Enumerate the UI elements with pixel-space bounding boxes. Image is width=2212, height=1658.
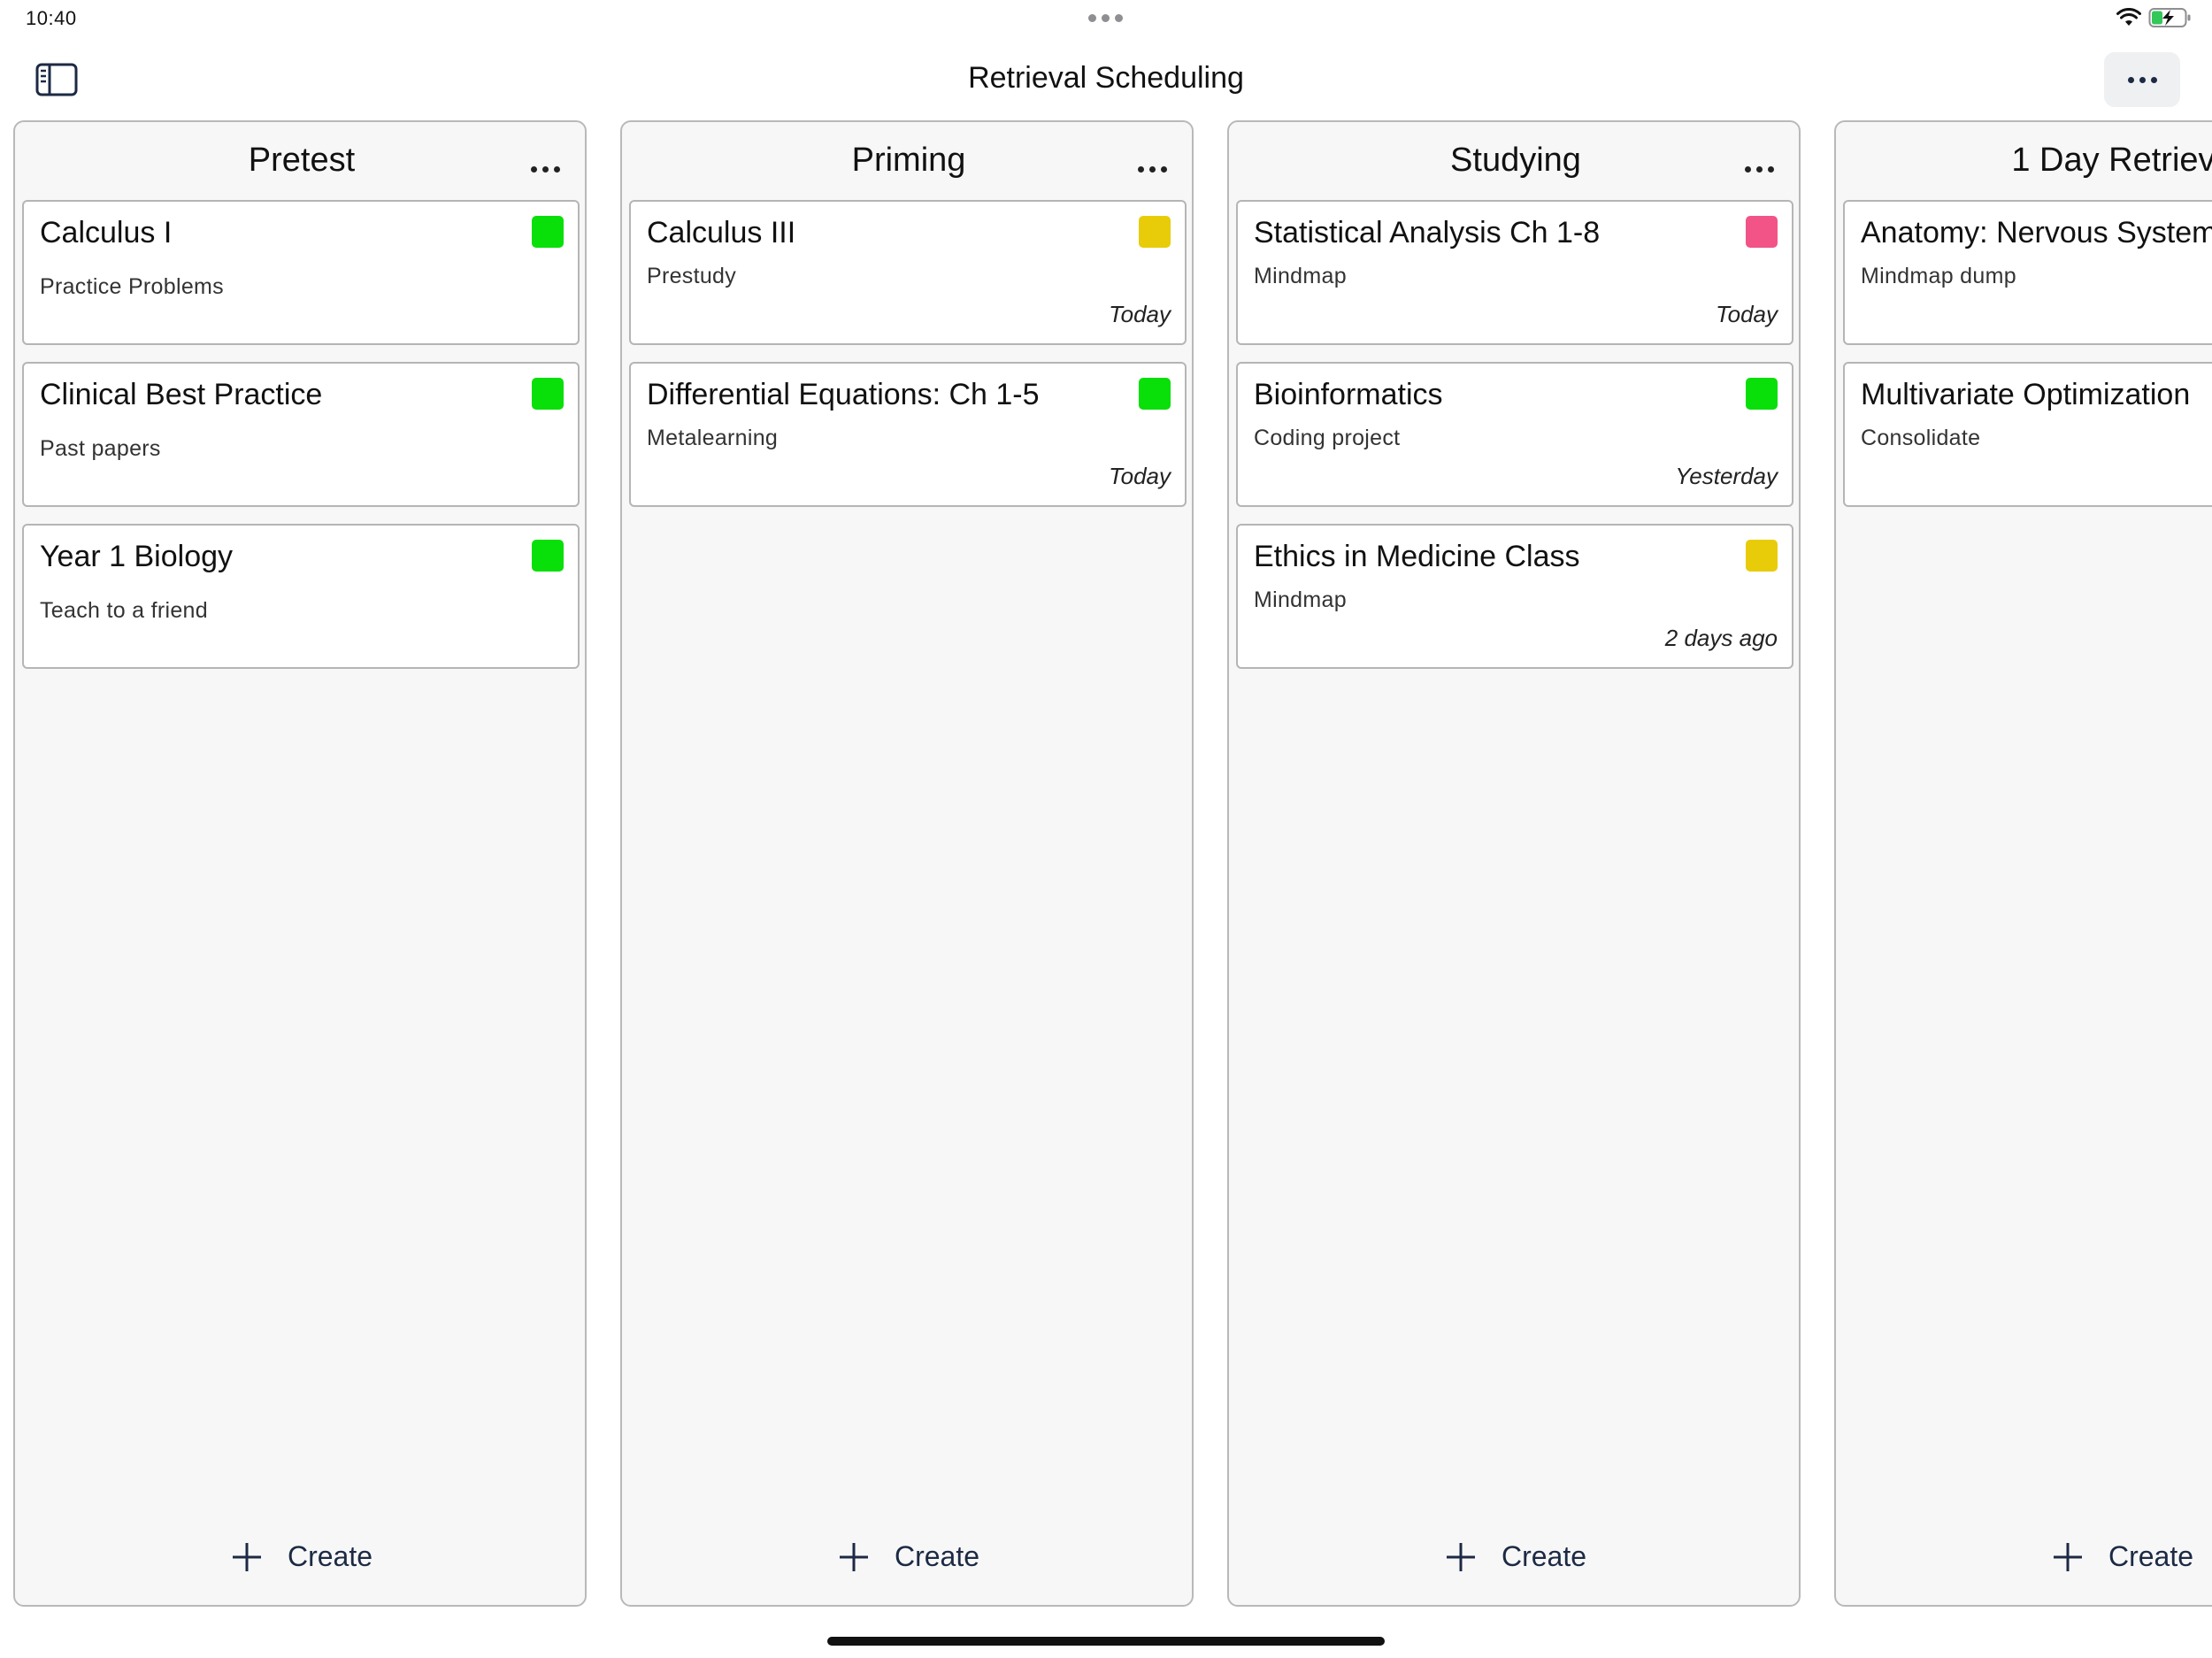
card-title: Year 1 Biology: [40, 540, 234, 573]
green-tag-icon: [532, 540, 564, 572]
card-year-1-biology[interactable]: Year 1 Biology Teach to a friend: [22, 524, 580, 669]
yellow-tag-icon: [1746, 540, 1778, 572]
card-title: Multivariate Optimization: [1861, 378, 2191, 411]
card-date: Today: [1716, 301, 1778, 327]
column-more-button[interactable]: [1134, 161, 1171, 178]
card-subtitle: Past papers: [40, 436, 161, 461]
plus-icon: [2053, 1542, 2082, 1571]
home-indicator[interactable]: [827, 1637, 1385, 1646]
card-differential-equations[interactable]: Differential Equations: Ch 1-5 Metalearn…: [629, 362, 1187, 507]
card-date: Today: [1109, 463, 1171, 489]
create-button[interactable]: Create: [1229, 1540, 1799, 1573]
column-title: Studying: [1450, 142, 1581, 179]
card-calculus-iii[interactable]: Calculus III Prestudy Today: [629, 200, 1187, 345]
card-bioinformatics[interactable]: Bioinformatics Coding project Yesterday: [1236, 362, 1793, 507]
plus-icon: [839, 1542, 868, 1571]
create-label: Create: [287, 1540, 373, 1572]
create-label: Create: [2108, 1540, 2194, 1572]
card-title: Clinical Best Practice: [40, 378, 323, 411]
create-label: Create: [894, 1540, 980, 1572]
create-button[interactable]: Create: [15, 1540, 585, 1573]
plus-icon: [1446, 1542, 1475, 1571]
page-title: Retrieval Scheduling: [968, 61, 1244, 95]
card-title: Anatomy: Nervous System: [1861, 216, 2212, 249]
card-title: Bioinformatics: [1254, 378, 1443, 411]
card-subtitle: Prestudy: [647, 264, 737, 288]
card-subtitle: Mindmap dump: [1861, 264, 2016, 288]
create-label: Create: [1501, 1540, 1587, 1572]
card-title: Calculus III: [647, 216, 796, 249]
ellipsis-icon: [1745, 166, 1774, 173]
column-title: 1 Day Retrieva: [2011, 142, 2212, 179]
card-subtitle: Mindmap: [1254, 264, 1347, 288]
card-subtitle: Consolidate: [1861, 426, 1981, 450]
ellipsis-icon: [531, 166, 560, 173]
multitasking-icon[interactable]: [1088, 14, 1123, 22]
card-multivariate-optimization[interactable]: Multivariate Optimization Consolidate: [1843, 362, 2212, 507]
app-screen: 10:40 Retrieval Scheduling Pretest Calcu…: [0, 0, 2212, 1658]
column-more-button[interactable]: [1741, 161, 1778, 178]
column-title: Pretest: [248, 142, 356, 179]
green-tag-icon: [1746, 378, 1778, 410]
ellipsis-icon: [2127, 76, 2157, 83]
green-tag-icon: [1139, 378, 1171, 410]
green-tag-icon: [532, 378, 564, 410]
card-title: Statistical Analysis Ch 1-8: [1254, 216, 1601, 249]
card-date: 2 days ago: [1664, 625, 1778, 651]
card-title: Ethics in Medicine Class: [1254, 540, 1580, 573]
card-title: Differential Equations: Ch 1-5: [647, 378, 1040, 411]
card-subtitle: Practice Problems: [40, 274, 224, 299]
column-title: Priming: [851, 142, 966, 179]
plus-icon: [232, 1542, 261, 1571]
column-more-button[interactable]: [527, 161, 564, 178]
create-button[interactable]: Create: [1836, 1540, 2212, 1573]
create-button[interactable]: Create: [622, 1540, 1192, 1573]
green-tag-icon: [532, 216, 564, 248]
battery-charging-icon: [2148, 8, 2191, 27]
card-statistical-analysis[interactable]: Statistical Analysis Ch 1-8 Mindmap Toda…: [1236, 200, 1793, 345]
column-1-day-retrieval: 1 Day Retrieva Anatomy: Nervous System M…: [1834, 120, 2212, 1607]
card-date: Yesterday: [1675, 463, 1778, 489]
card-subtitle: Coding project: [1254, 426, 1401, 450]
card-calculus-i[interactable]: Calculus I Practice Problems: [22, 200, 580, 345]
column-studying: Studying Statistical Analysis Ch 1-8 Min…: [1227, 120, 1801, 1607]
pink-tag-icon: [1746, 216, 1778, 248]
column-priming: Priming Calculus III Prestudy Today Diff…: [620, 120, 1194, 1607]
more-options-button[interactable]: [2104, 52, 2180, 107]
card-ethics-in-medicine[interactable]: Ethics in Medicine Class Mindmap 2 days …: [1236, 524, 1793, 669]
card-anatomy-nervous-system[interactable]: Anatomy: Nervous System Mindmap dump: [1843, 200, 2212, 345]
status-icons: [2116, 7, 2193, 28]
card-subtitle: Mindmap: [1254, 587, 1347, 612]
yellow-tag-icon: [1139, 216, 1171, 248]
ellipsis-icon: [1138, 166, 1167, 173]
card-title: Calculus I: [40, 216, 173, 249]
card-date: Today: [1109, 301, 1171, 327]
card-subtitle: Teach to a friend: [40, 598, 208, 623]
wifi-icon: [2116, 8, 2141, 26]
card-subtitle: Metalearning: [647, 426, 779, 450]
column-pretest: Pretest Calculus I Practice Problems Cli…: [13, 120, 587, 1607]
status-time: 10:40: [26, 7, 77, 29]
card-clinical-best-practice[interactable]: Clinical Best Practice Past papers: [22, 362, 580, 507]
